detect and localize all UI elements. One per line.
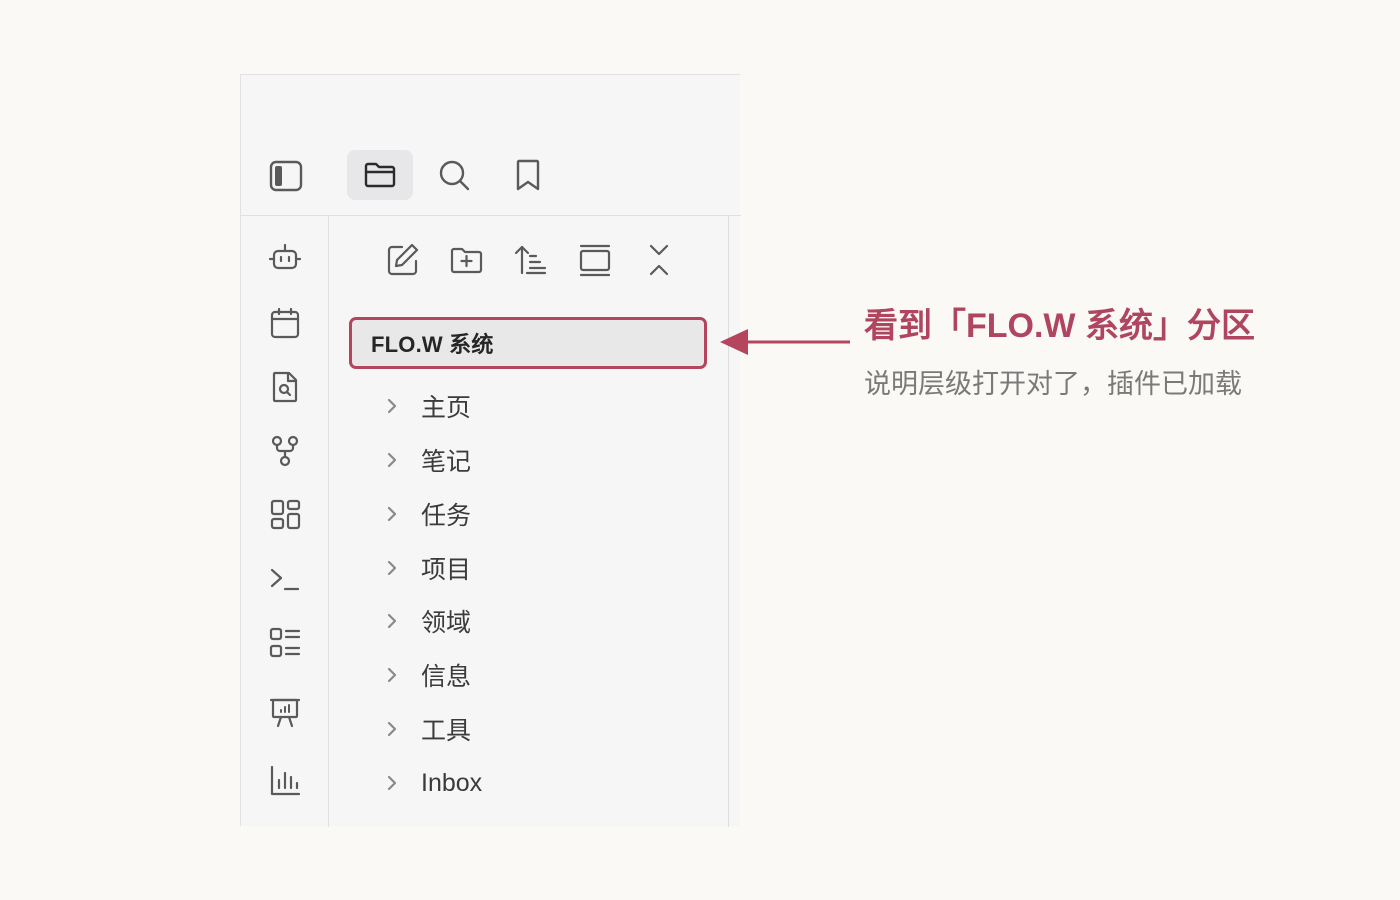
chevron-right-icon (387, 775, 397, 791)
tree-item-label: 主页 (421, 394, 472, 422)
collapse-view-icon (579, 244, 611, 277)
tree-item-label: 任务 (421, 502, 472, 530)
tree-item-inbox[interactable]: Inbox (381, 763, 681, 803)
collapse-all-icon (649, 244, 669, 276)
file-search-icon (272, 371, 298, 403)
tree-item-label: 工具 (421, 717, 472, 745)
presentation-icon (269, 698, 301, 728)
left-ribbon (241, 216, 329, 827)
chevron-right-icon (387, 398, 397, 414)
sort-icon (514, 245, 547, 275)
callout-arrow (720, 329, 850, 355)
new-note-button[interactable] (381, 238, 425, 282)
chevron-right-icon (387, 721, 397, 737)
ribbon-stats-button[interactable] (263, 759, 307, 803)
tree-item-label: 信息 (421, 663, 472, 691)
calendar-icon (270, 307, 300, 339)
ribbon-file-search-button[interactable] (263, 365, 307, 409)
sidebar-toggle-icon (269, 160, 303, 192)
tab-files[interactable] (347, 150, 413, 200)
ribbon-graph-button[interactable] (263, 429, 307, 473)
ribbon-terminal-button[interactable] (263, 557, 307, 601)
chevron-right-icon (387, 560, 397, 576)
tree-item-tools[interactable]: 工具 (381, 709, 681, 749)
ribbon-dashboard-button[interactable] (263, 493, 307, 537)
tree-item-areas[interactable]: 领域 (381, 601, 681, 641)
tree-item-projects[interactable]: 项目 (381, 548, 681, 588)
ribbon-copilot-button[interactable] (263, 237, 307, 281)
tree-item-label: 项目 (421, 556, 472, 584)
ribbon-list-button[interactable] (263, 621, 307, 665)
tab-search[interactable] (421, 150, 487, 200)
tree-item-info[interactable]: 信息 (381, 655, 681, 695)
new-note-icon (387, 243, 419, 276)
file-explorer: FLO.W 系统 主页 笔记 任务 项目 领域 信息 工具 Inbox (329, 216, 729, 827)
bot-icon (268, 243, 302, 270)
folder-icon (364, 162, 396, 188)
collapse-all-button[interactable] (637, 238, 681, 282)
sort-button[interactable] (509, 238, 553, 282)
tree-item-home[interactable]: 主页 (381, 386, 681, 426)
layout-grid-icon (270, 499, 301, 530)
callout-subtitle: 说明层级打开对了，插件已加载 (864, 369, 1242, 399)
list-icon (269, 627, 301, 658)
terminal-icon (270, 568, 300, 591)
chevron-right-icon (387, 506, 397, 522)
bar-chart-icon (270, 765, 301, 796)
chevron-right-icon (387, 613, 397, 629)
tree-item-tasks[interactable]: 任务 (381, 494, 681, 534)
new-folder-icon (450, 247, 483, 274)
new-folder-button[interactable] (445, 238, 489, 282)
bookmark-icon (516, 159, 540, 191)
tree-item-label: 领域 (421, 609, 472, 637)
auto-reveal-button[interactable] (573, 238, 617, 282)
callout-title: 看到「FLO.W 系统」分区 (864, 307, 1255, 345)
chevron-right-icon (387, 452, 397, 468)
tab-bookmarks[interactable] (495, 150, 561, 200)
ribbon-slides-button[interactable] (263, 691, 307, 735)
tree-item-label: Inbox (421, 768, 483, 797)
sidebar-toggle-button[interactable] (253, 151, 319, 201)
tree-item-label: 笔记 (421, 448, 472, 476)
chevron-right-icon (387, 667, 397, 683)
ribbon-calendar-button[interactable] (263, 301, 307, 345)
search-icon (439, 160, 470, 191)
sidebar-tab-bar (241, 75, 741, 216)
graph-icon (271, 435, 299, 467)
vault-section-header[interactable]: FLO.W 系统 (349, 317, 707, 369)
obsidian-sidebar-window: FLO.W 系统 主页 笔记 任务 项目 领域 信息 工具 Inbox (240, 74, 741, 827)
tree-item-notes[interactable]: 笔记 (381, 440, 681, 480)
